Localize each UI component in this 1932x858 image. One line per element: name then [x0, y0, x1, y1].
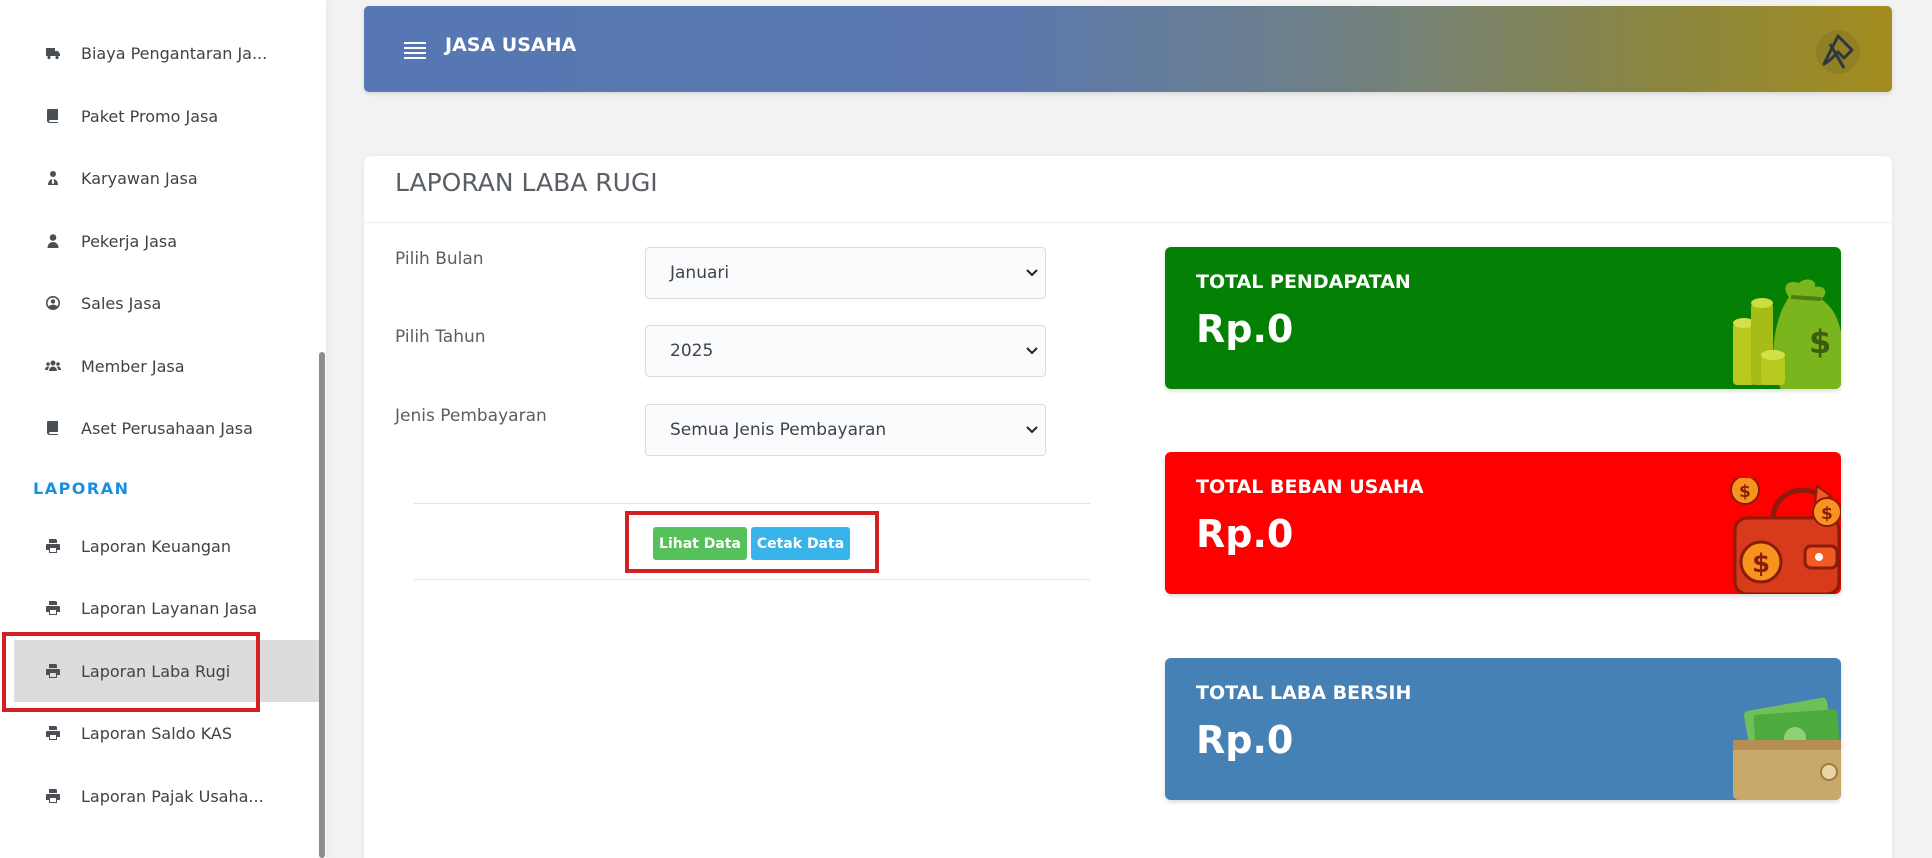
sidebar-item-label: Laporan Pajak Usaha... — [81, 786, 264, 806]
user-icon — [44, 232, 62, 250]
chevron-down-icon — [1026, 269, 1038, 277]
sidebar-item-label: Karyawan Jasa — [81, 168, 198, 188]
sidebar-item-label: Aset Perusahaan Jasa — [81, 418, 253, 438]
wallet-cash-icon — [1733, 697, 1841, 800]
app-logo-icon — [1816, 30, 1860, 74]
highlight-box-sidebar — [2, 632, 260, 712]
sidebar-item-label: Member Jasa — [81, 356, 185, 376]
month-select[interactable]: Januari — [645, 247, 1046, 299]
month-label: Pilih Bulan — [395, 249, 484, 269]
year-select[interactable]: 2025 — [645, 325, 1046, 377]
print-icon — [44, 724, 62, 742]
total-net-profit-value: Rp.0 — [1196, 718, 1294, 762]
svg-text:$: $ — [1752, 549, 1770, 579]
sidebar-item-laporan-keuangan[interactable]: Laporan Keuangan — [0, 515, 319, 577]
app-title: JASA USAHA — [445, 34, 577, 56]
divider — [364, 222, 1892, 223]
total-expense-value: Rp.0 — [1196, 512, 1294, 556]
svg-text:$: $ — [1821, 504, 1833, 524]
svg-text:$: $ — [1809, 323, 1831, 361]
total-income-value: Rp.0 — [1196, 307, 1294, 351]
sidebar-item-label: Laporan Saldo KAS — [81, 723, 233, 743]
user-circle-icon — [44, 294, 62, 312]
total-net-profit-label: TOTAL LABA BERSIH — [1196, 682, 1412, 704]
sidebar-item-member[interactable]: Member Jasa — [0, 335, 319, 397]
chevron-down-icon — [1026, 347, 1038, 355]
user-tie-icon — [44, 169, 62, 187]
hamburger-menu-icon[interactable] — [404, 42, 426, 60]
sidebar-item-laporan-layanan[interactable]: Laporan Layanan Jasa — [0, 577, 319, 639]
print-icon — [44, 537, 62, 555]
print-icon — [44, 787, 62, 805]
truck-icon — [44, 44, 62, 62]
chevron-down-icon — [1026, 426, 1038, 434]
payment-type-label: Jenis Pembayaran — [395, 406, 547, 426]
total-net-profit-card: TOTAL LABA BERSIH Rp.0 — [1165, 658, 1841, 800]
sidebar-item-paket-promo[interactable]: Paket Promo Jasa — [0, 85, 319, 147]
sidebar-item-laporan-pajak[interactable]: Laporan Pajak Usaha... — [0, 765, 319, 827]
sidebar-item-label: Laporan Layanan Jasa — [81, 598, 258, 618]
page-title: LAPORAN LABA RUGI — [395, 168, 658, 197]
sidebar-item-label: Laporan Keuangan — [81, 536, 231, 556]
wallet-coins-icon: $ $ $ — [1730, 478, 1841, 594]
sidebar-item-aset[interactable]: Aset Perusahaan Jasa — [0, 397, 319, 459]
book-icon — [44, 419, 62, 437]
money-bag-icon: $ — [1733, 279, 1841, 389]
sidebar-item-label: Sales Jasa — [81, 293, 162, 313]
sidebar-item-sales[interactable]: Sales Jasa — [0, 272, 319, 334]
top-header: JASA USAHA — [364, 6, 1892, 92]
total-income-card: TOTAL PENDAPATAN Rp.0 $ — [1165, 247, 1841, 389]
highlight-box-buttons — [625, 511, 879, 573]
divider — [414, 503, 1090, 504]
sidebar-scrollbar[interactable] — [319, 352, 325, 858]
sidebar-item-karyawan[interactable]: Karyawan Jasa — [0, 147, 319, 209]
divider — [414, 579, 1090, 580]
total-expense-card: TOTAL BEBAN USAHA Rp.0 $ $ $ — [1165, 452, 1841, 594]
sidebar-item-label: Pekerja Jasa — [81, 231, 178, 251]
sidebar-section-laporan: LAPORAN — [33, 479, 130, 498]
sidebar-item-biaya-pengantaran[interactable]: Biaya Pengantaran Ja... — [0, 22, 319, 84]
year-select-value: 2025 — [670, 341, 714, 361]
svg-text:$: $ — [1739, 482, 1751, 502]
year-label: Pilih Tahun — [395, 327, 486, 347]
payment-type-select[interactable]: Semua Jenis Pembayaran — [645, 404, 1046, 456]
sidebar-item-label: Paket Promo Jasa — [81, 106, 219, 126]
month-select-value: Januari — [670, 263, 730, 283]
sidebar: Biaya Pengantaran Ja... Paket Promo Jasa… — [0, 0, 326, 858]
total-income-label: TOTAL PENDAPATAN — [1196, 271, 1411, 293]
print-icon — [44, 599, 62, 617]
total-expense-label: TOTAL BEBAN USAHA — [1196, 476, 1424, 498]
sidebar-item-label: Biaya Pengantaran Ja... — [81, 43, 268, 63]
sidebar-item-pekerja[interactable]: Pekerja Jasa — [0, 210, 319, 272]
book-icon — [44, 107, 62, 125]
report-card: LAPORAN LABA RUGI Pilih Bulan Januari Pi… — [364, 156, 1892, 858]
users-icon — [44, 357, 62, 375]
payment-type-select-value: Semua Jenis Pembayaran — [670, 420, 887, 440]
